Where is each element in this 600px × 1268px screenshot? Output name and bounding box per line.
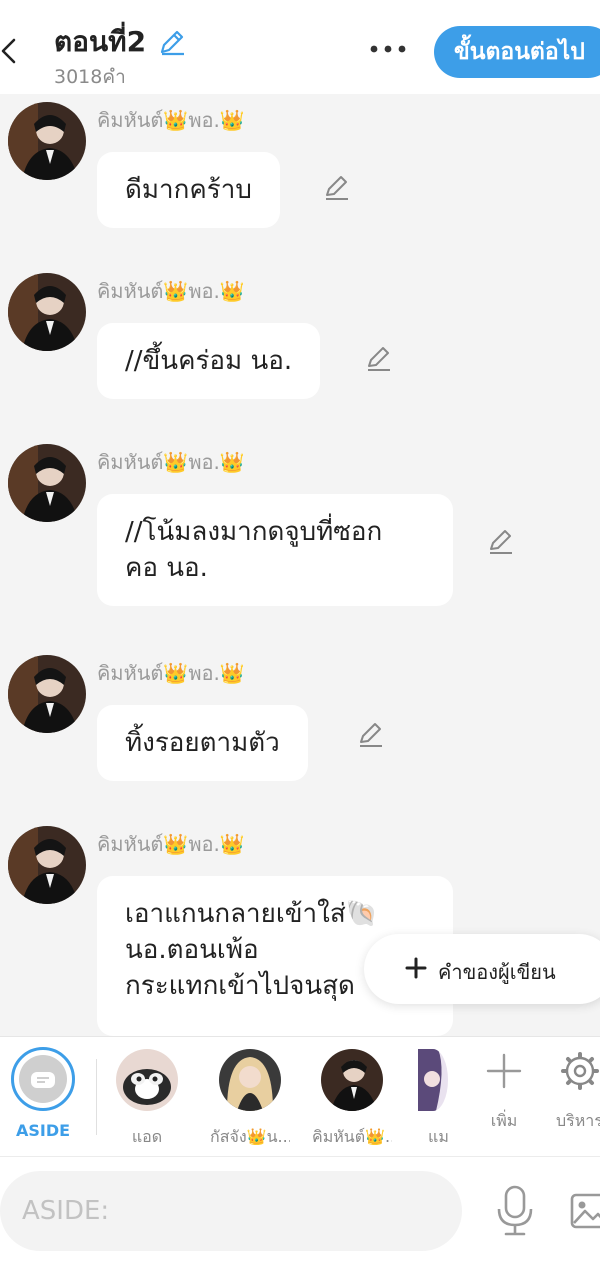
avatar-image [8,444,86,522]
plus-icon [405,957,427,979]
author-name: คิมหันต์👑พอ.👑 [97,108,245,132]
character-avatar [418,1049,448,1111]
manage-characters-button[interactable]: บริหาร [556,1051,600,1134]
character-label: แม [428,1127,449,1146]
author-name: คิมหันต์👑พอ.👑 [97,661,245,685]
edit-message-icon[interactable] [356,719,386,749]
add-label: เพิ่ม [490,1111,518,1130]
avatar-image [8,826,86,904]
character-item[interactable]: แม [418,1049,452,1150]
chat-bubble-icon [31,1072,55,1088]
microphone-icon[interactable] [494,1185,536,1237]
top-bar: ตอนที่2 3018คำ ขั้นตอนต่อไป [0,0,600,94]
author-words-button[interactable]: คำของผู้เขียน [364,934,600,1004]
character-item[interactable]: แอด [107,1049,187,1150]
character-bar: ASIDE แอด กัสจัง👑น... คิมหันต์👑... แม เพ… [0,1036,600,1156]
character-avatar [116,1049,178,1111]
avatar-image [8,102,86,180]
character-item[interactable]: กัสจัง👑น... [210,1049,290,1150]
more-options-icon[interactable] [366,34,410,64]
edit-message-icon[interactable] [486,526,516,556]
message-input[interactable] [0,1171,462,1251]
author-name: คิมหันต์👑พอ.👑 [97,279,245,303]
aside-avatar [11,1047,75,1111]
character-avatar [219,1049,281,1111]
avatar[interactable] [8,826,86,904]
author-name: คิมหันต์👑พอ.👑 [97,450,245,474]
next-step-button[interactable]: ขั้นตอนต่อไป [434,26,600,78]
message-bubble[interactable]: ดีมากคร้าบ [97,152,280,228]
avatar-image [8,273,86,351]
edit-message-icon[interactable] [364,343,394,373]
add-character-button[interactable]: เพิ่ม [480,1051,528,1134]
chat-area[interactable]: คิมหันต์👑พอ.👑 ดีมากคร้าบ คิมหันต์👑พอ.👑 /… [0,94,600,1036]
character-label: แอด [131,1127,163,1146]
aside-label: ASIDE [15,1121,71,1140]
episode-title[interactable]: ตอนที่2 [54,20,146,64]
plus-icon [486,1053,522,1089]
character-aside[interactable]: ASIDE [3,1047,83,1140]
message-bubble[interactable]: //โน้มลงมากดจูบที่ซอก คอ นอ. [97,494,453,606]
manage-label: บริหาร [556,1111,600,1130]
character-avatar [321,1049,383,1111]
image-icon[interactable] [568,1189,600,1233]
avatar[interactable] [8,444,86,522]
character-item[interactable]: คิมหันต์👑... [312,1049,392,1150]
divider [96,1059,97,1135]
author-words-label: คำของผู้เขียน [438,960,556,984]
message-bubble[interactable]: //ขึ้นคร่อม นอ. [97,323,321,399]
gear-icon [561,1052,599,1090]
message-input-bar [0,1156,600,1268]
avatar[interactable] [8,273,86,351]
message-bubble[interactable]: ทิ้งรอยตามตัว [97,705,308,781]
back-arrow-icon[interactable] [0,34,24,68]
avatar[interactable] [8,655,86,733]
character-label: คิมหันต์👑... [312,1127,392,1146]
avatar[interactable] [8,102,86,180]
edit-message-icon[interactable] [322,172,352,202]
episode-title-group: ตอนที่2 [54,20,187,64]
edit-title-icon[interactable] [157,27,187,57]
author-name: คิมหันต์👑พอ.👑 [97,832,245,856]
character-label: กัสจัง👑น... [210,1127,290,1146]
word-count: 3018คำ [54,66,126,88]
avatar-image [8,655,86,733]
